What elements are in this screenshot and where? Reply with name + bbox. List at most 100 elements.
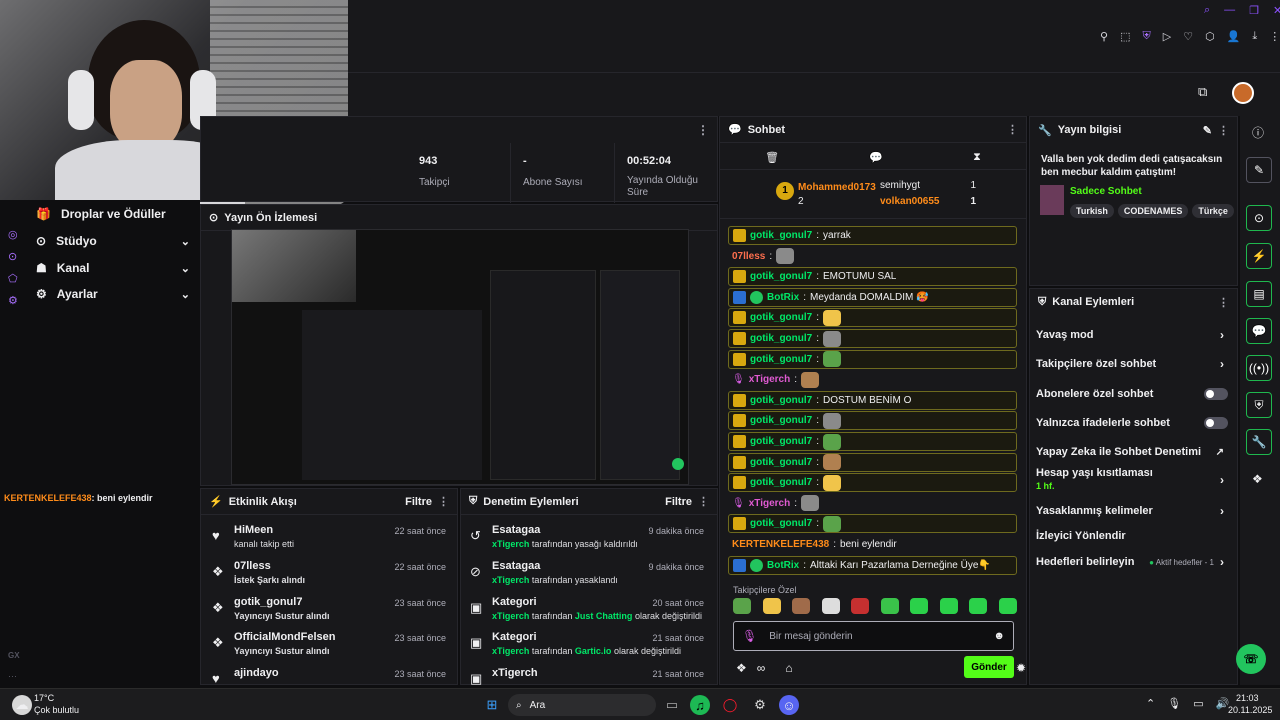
chat-message[interactable]: gotik_gonul7: — [728, 349, 1017, 369]
edit-rail-button[interactable]: ✎ — [1246, 157, 1272, 183]
close-icon[interactable]: ✕ — [1273, 4, 1280, 20]
mod-item[interactable]: ▣ xTigerch 21 saat önce — [466, 667, 712, 685]
chat-username[interactable]: gotik_gonul7 — [750, 354, 812, 365]
chat-message[interactable]: gotik_gonul7: — [728, 514, 1017, 534]
emote[interactable] — [910, 598, 929, 614]
studio-rail-icon[interactable]: ⊙ — [8, 250, 17, 263]
leader-name[interactable]: Mohammed0173 — [798, 182, 876, 193]
emote[interactable] — [880, 598, 899, 614]
profile-icon[interactable]: 👤 — [1227, 30, 1241, 48]
action-followers-only[interactable]: Takipçilere özel sohbet › — [1036, 353, 1228, 375]
chat-username[interactable]: gotik_gonul7 — [750, 518, 812, 529]
subs-only-toggle[interactable] — [1204, 388, 1228, 400]
store-icon[interactable]: ⌂ — [785, 661, 792, 675]
stats-menu-icon[interactable]: ⋮ — [697, 123, 709, 137]
chat-message[interactable]: 🎙 xTigerch: — [728, 494, 1017, 513]
chat-message[interactable]: gotik_gonul7: DOSTUM BENİM O — [728, 390, 1017, 410]
chat-message[interactable]: gotik_gonul7: — [728, 432, 1017, 451]
infinity-icon[interactable]: ∞ — [757, 661, 766, 675]
chat-emote[interactable] — [823, 309, 842, 326]
chat-username[interactable]: gotik_gonul7 — [750, 395, 812, 406]
chat-message[interactable]: BotRix: Meydanda DOMALDIM 🥵 — [728, 287, 1017, 307]
hourglass-icon[interactable]: ⧗ — [973, 151, 981, 164]
chat-message[interactable]: gotik_gonul7: — [728, 473, 1017, 493]
chat-username[interactable]: gotik_gonul7 — [750, 436, 812, 447]
menu-icon[interactable]: ⋮ — [1269, 30, 1280, 48]
play-icon[interactable]: ▷ — [1163, 30, 1171, 48]
badge-icon[interactable]: ✹ — [1016, 661, 1026, 675]
drops-rail-icon[interactable]: ◎ — [8, 228, 18, 241]
chat-username[interactable]: gotik_gonul7 — [750, 230, 812, 241]
emote[interactable] — [998, 598, 1017, 614]
mod-rail-button[interactable]: ⛨ — [1246, 392, 1272, 418]
chat-message[interactable]: gotik_gonul7: — [728, 452, 1017, 472]
channel-points-icon[interactable]: ❖ — [736, 661, 747, 675]
sidebar-item-settings[interactable]: ⚙ Ayarlar ⌄ — [36, 282, 194, 306]
action-goals[interactable]: Hedefleri belirleyin ● Aktif hedefler - 1… — [1036, 551, 1228, 573]
tag[interactable]: Turkish — [1070, 204, 1114, 218]
chat-message[interactable]: gotik_gonul7: — [728, 308, 1017, 328]
emote[interactable] — [851, 598, 870, 614]
taskbar-search[interactable]: ⌕ Ara — [508, 694, 656, 716]
chat-emote[interactable] — [800, 495, 819, 512]
preview-rail-button[interactable]: ⊙ — [1246, 205, 1272, 231]
emote[interactable] — [792, 598, 811, 614]
info-icon[interactable]: ⓘ — [1252, 124, 1264, 141]
emote[interactable] — [762, 598, 781, 614]
chat-emote[interactable] — [823, 454, 842, 471]
emoji-icon[interactable]: ☻ — [993, 630, 1005, 642]
activity-item[interactable]: ♥ ajindayo 23 saat önce — [208, 667, 454, 685]
chat-emote[interactable] — [823, 433, 842, 450]
chat-emote[interactable] — [823, 412, 842, 429]
action-raid[interactable]: İzleyici Yönlendir — [1036, 525, 1228, 547]
chat-message[interactable]: 07lless: — [728, 247, 1017, 266]
mod-filter-button[interactable]: Filtre — [665, 496, 692, 508]
action-ai-moderation[interactable]: Yapay Zeka ile Sohbet Denetimi ↗ — [1036, 441, 1228, 463]
activity-item[interactable]: ❖ 07lless İstek Şarkı alındı 22 saat önce — [208, 560, 454, 594]
avatar[interactable] — [1232, 82, 1254, 104]
mod-item[interactable]: ▣ Kategori xTigerch tarafından Gartic.io o… — [466, 631, 712, 665]
pencil-icon[interactable]: ✎ — [1203, 124, 1212, 137]
mod-item[interactable]: ⊘ Esatagaa xTigerch tarafından yasaklandı 9… — [466, 560, 712, 594]
weather-desc[interactable]: Çok bulutlu — [34, 705, 79, 715]
chat-username[interactable]: gotik_gonul7 — [750, 271, 812, 282]
activity-menu-icon[interactable]: ⋮ — [438, 495, 449, 508]
broadcast-rail-button[interactable]: ((•)) — [1246, 355, 1272, 381]
windows-start-icon[interactable]: ⊞ — [482, 695, 502, 715]
microphone-icon[interactable]: 🎙 — [1167, 697, 1181, 710]
sidebar-item-drops[interactable]: 🎁 Droplar ve Ödüller — [36, 202, 194, 226]
chat-username[interactable]: gotik_gonul7 — [750, 415, 812, 426]
chat-username[interactable]: BotRix — [767, 560, 799, 571]
extensions-icon[interactable]: ⬡ — [1205, 30, 1215, 48]
action-subs-only[interactable]: Abonelere özel sohbet — [1036, 383, 1228, 405]
chat-emote[interactable] — [823, 515, 842, 532]
trash-icon[interactable]: 🗑 — [765, 151, 779, 164]
leader-row[interactable]: semihygt 1 — [880, 180, 976, 191]
chat-emote[interactable] — [823, 330, 842, 347]
chat-emote[interactable] — [776, 248, 795, 265]
spotify-icon[interactable]: ♫ — [690, 695, 710, 715]
category-name[interactable]: Sadece Sohbet — [1070, 186, 1142, 197]
screenshot-icon[interactable]: ⬚ — [1120, 30, 1130, 48]
chat-username[interactable]: gotik_gonul7 — [750, 477, 812, 488]
chat-emote[interactable] — [823, 351, 842, 368]
chat-input[interactable]: 🎙 Bir mesaj gönderin ☻ — [733, 621, 1014, 651]
clock-time[interactable]: 21:03 — [1236, 693, 1259, 703]
activity-filter-button[interactable]: Filtre — [405, 496, 432, 508]
channel-points-icon[interactable]: ❖ — [1252, 472, 1263, 486]
action-account-age[interactable]: Hesap yaşı kısıtlaması 1 hf. › — [1036, 467, 1228, 495]
chat-username[interactable]: gotik_gonul7 — [750, 333, 812, 344]
channel-rail-icon[interactable]: ⬠ — [8, 272, 18, 285]
minimize-icon[interactable]: — — [1224, 4, 1235, 20]
channel-actions-menu-icon[interactable]: ⋮ — [1218, 296, 1229, 309]
weather-temp[interactable]: 17°C — [34, 693, 54, 703]
mod-item[interactable]: ▣ Kategori xTigerch tarafından Just Chatti… — [466, 596, 712, 630]
emote[interactable] — [939, 598, 958, 614]
shield-icon[interactable]: ⛨ — [1142, 30, 1150, 48]
theater-icon[interactable]: ⧉ — [1198, 84, 1214, 100]
activity-item[interactable]: ❖ gotik_gonul7 Yayıncıyı Sustur alındı 23 s… — [208, 596, 454, 630]
chat-username[interactable]: gotik_gonul7 — [750, 457, 812, 468]
clock-date[interactable]: 20.11.2025 — [1228, 705, 1272, 715]
chat-message[interactable]: gotik_gonul7: yarrak — [728, 226, 1017, 245]
settings-rail-icon[interactable]: ⚙ — [8, 294, 18, 307]
